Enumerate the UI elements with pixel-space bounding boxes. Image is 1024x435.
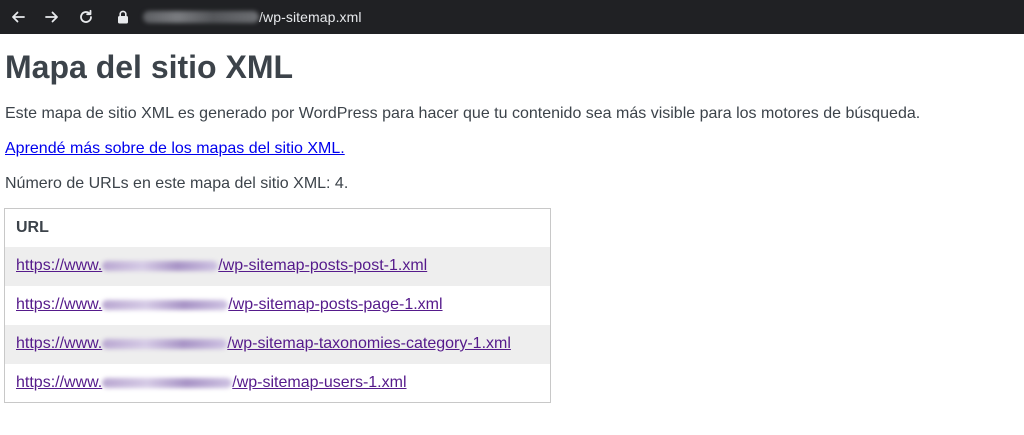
blurred-domain [102, 338, 228, 349]
url-path: /wp-sitemap.xml [259, 9, 362, 25]
link-prefix: https://www. [16, 257, 103, 274]
reload-button[interactable] [72, 3, 100, 31]
link-suffix: /wp-sitemap-posts-page-1.xml [228, 296, 443, 313]
lock-icon [117, 10, 129, 24]
table-cell: https://www. /wp-sitemap-taxonomies-categ… [4, 324, 551, 364]
column-header-url: URL [4, 208, 551, 247]
back-button[interactable] [4, 3, 32, 31]
table-row: https://www. /wp-sitemap-taxonomies-categ… [4, 324, 551, 364]
back-arrow-icon [12, 11, 25, 23]
address-bar[interactable]: /wp-sitemap.xml [111, 0, 1024, 34]
blurred-domain [102, 260, 219, 271]
blurred-domain [102, 299, 229, 310]
page-title: Mapa del sitio XML [5, 49, 294, 85]
table-header-row: URL [4, 208, 551, 247]
table-cell: https://www. /wp-sitemap-posts-post-1.xml [4, 246, 551, 286]
table-cell: https://www. /wp-sitemap-users-1.xml [4, 363, 551, 403]
link-prefix: https://www. [16, 335, 103, 352]
table-cell: https://www. /wp-sitemap-posts-page-1.xml [4, 285, 551, 325]
browser-toolbar: /wp-sitemap.xml [0, 0, 1024, 34]
forward-arrow-icon [45, 11, 58, 23]
sitemap-link-posts-page[interactable]: https://www. /wp-sitemap-posts-page-1.xml [16, 296, 443, 313]
sitemap-link-posts-post[interactable]: https://www. /wp-sitemap-posts-post-1.xml [16, 257, 427, 274]
blurred-domain [143, 11, 259, 23]
link-suffix: /wp-sitemap-users-1.xml [232, 373, 407, 391]
sitemap-link-users[interactable]: https://www. /wp-sitemap-users-1.xml [16, 374, 407, 391]
url-count: Número de URLs en este mapa del sitio XM… [5, 175, 349, 192]
sitemap-link-taxonomies-category[interactable]: https://www. /wp-sitemap-taxonomies-categ… [16, 335, 511, 352]
table-row: https://www. /wp-sitemap-users-1.xml [4, 363, 551, 403]
sitemap-table: URL https://www. /wp-sitemap-posts-post-1… [4, 208, 551, 403]
link-prefix: https://www. [16, 373, 103, 391]
page-description: Este mapa de sitio XML es generado por W… [5, 105, 921, 122]
link-suffix: /wp-sitemap-taxonomies-category-1.xml [227, 335, 511, 352]
reload-icon [80, 9, 92, 23]
blurred-domain [102, 377, 233, 388]
table-row: https://www. /wp-sitemap-posts-post-1.xml [4, 246, 551, 286]
forward-button[interactable] [38, 3, 66, 31]
link-prefix: https://www. [16, 296, 103, 313]
learn-more-link[interactable]: Aprendé más sobre de los mapas del sitio… [5, 138, 345, 160]
table-row: https://www. /wp-sitemap-posts-page-1.xml [4, 285, 551, 325]
page-content: Mapa del sitio XML Este mapa de sitio XM… [0, 34, 1024, 435]
link-suffix: /wp-sitemap-posts-post-1.xml [218, 257, 428, 274]
